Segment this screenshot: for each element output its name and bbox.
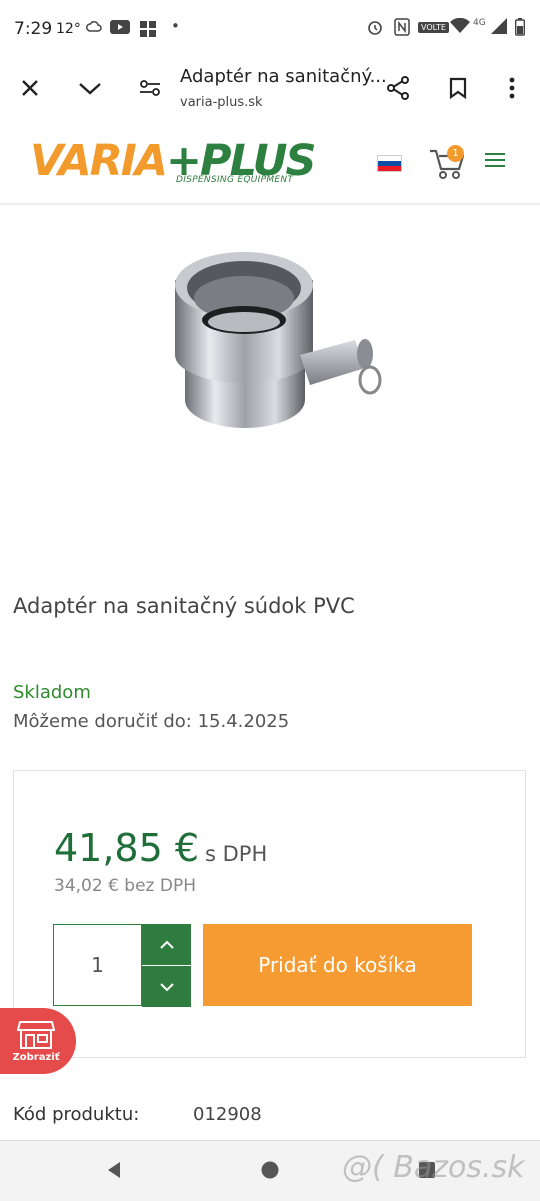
status-bar: 7:29 12° • VOLTE 4G xyxy=(0,0,540,62)
network-label: 4G xyxy=(473,18,486,28)
wifi-icon xyxy=(450,17,470,38)
youtube-icon xyxy=(110,20,130,38)
back-icon[interactable] xyxy=(104,1160,124,1184)
status-time: 7:29 xyxy=(14,19,53,39)
alarm-icon xyxy=(366,18,384,40)
home-icon[interactable] xyxy=(261,1161,279,1183)
show-store-button[interactable]: Zobraziť xyxy=(0,1008,76,1074)
signal-icon xyxy=(491,18,507,38)
product-code-label: Kód produktu: xyxy=(13,1104,140,1125)
language-flag-icon[interactable] xyxy=(377,155,402,172)
cart-count-badge: 1 xyxy=(447,145,464,162)
chevron-up-icon xyxy=(159,940,174,949)
add-to-cart-button[interactable]: Pridať do košíka xyxy=(203,924,472,1006)
battery-icon xyxy=(514,18,526,40)
status-dot: • xyxy=(171,17,180,35)
volte-icon: VOLTE xyxy=(418,22,449,33)
watermark: @( Bazos.sk xyxy=(342,1150,525,1185)
delivery-date: 15.4.2025 xyxy=(197,711,290,732)
page-url[interactable]: varia-plus.sk xyxy=(180,95,263,110)
cloud-icon xyxy=(86,20,102,38)
chevron-down-icon xyxy=(159,982,174,991)
status-temperature: 12° xyxy=(56,21,81,37)
quantity-input[interactable]: 1 xyxy=(53,924,142,1006)
chevron-down-icon[interactable] xyxy=(72,70,108,106)
show-store-label: Zobraziť xyxy=(12,1051,60,1063)
tune-icon[interactable] xyxy=(132,70,168,106)
more-icon[interactable] xyxy=(494,70,530,106)
logo-tagline: DISPENSING EQUIPMENT xyxy=(176,175,294,185)
store-icon xyxy=(17,1020,55,1049)
bookmark-icon[interactable] xyxy=(440,70,476,106)
price-without-vat: 34,02 € bez DPH xyxy=(54,876,196,896)
price-box xyxy=(13,770,526,1058)
share-icon[interactable] xyxy=(380,70,416,106)
price-with-vat: 41,85 € xyxy=(54,826,200,870)
quantity-decrease-button[interactable] xyxy=(142,966,191,1007)
product-title: Adaptér na sanitačný súdok PVC xyxy=(13,594,355,618)
menu-icon[interactable] xyxy=(485,153,505,169)
delivery-info: Môžeme doručiť do: 15.4.2025 xyxy=(13,711,289,732)
grid-icon xyxy=(139,20,157,42)
stock-status: Skladom xyxy=(13,682,91,703)
nfc-icon xyxy=(394,18,410,40)
close-icon[interactable] xyxy=(12,70,48,106)
product-image[interactable] xyxy=(150,240,400,470)
delivery-label: Môžeme doručiť do: xyxy=(13,711,192,732)
product-code-value: 012908 xyxy=(193,1104,262,1125)
price-vat-label: s DPH xyxy=(205,842,268,866)
quantity-increase-button[interactable] xyxy=(142,924,191,965)
logo-varia: VARIA xyxy=(30,136,168,186)
page-title[interactable]: Adaptér na sanitačný... xyxy=(180,66,387,87)
